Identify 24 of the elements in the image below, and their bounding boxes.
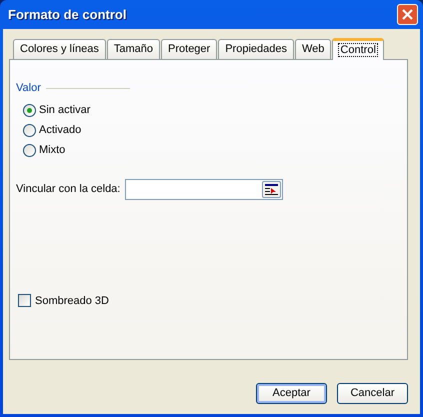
- group-title: Valor: [16, 81, 41, 96]
- tab[interactable]: Tamaño: [106, 39, 160, 59]
- cell-reference-field[interactable]: [125, 178, 284, 200]
- close-icon: [402, 9, 413, 20]
- dialog-button[interactable]: Aceptar: [256, 383, 327, 404]
- tab[interactable]: Colores y líneas: [13, 39, 106, 59]
- checkbox-label: Sombreado 3D: [35, 294, 109, 308]
- tab[interactable]: Propiedades: [218, 39, 294, 59]
- radio-label: Mixto: [39, 143, 66, 158]
- tab[interactable]: Proteger: [161, 39, 218, 59]
- radio-button[interactable]: [23, 124, 36, 137]
- close-button[interactable]: [397, 4, 418, 25]
- field-label: Vincular con la celda:: [16, 182, 120, 197]
- checkbox[interactable]: [18, 294, 31, 308]
- dialog-button[interactable]: Cancelar: [337, 383, 408, 404]
- radio-label: Sin activar: [39, 103, 90, 118]
- radio-button[interactable]: [23, 144, 36, 157]
- radio-label: Activado: [39, 123, 82, 138]
- window-title: Formato de control: [8, 6, 126, 24]
- tab[interactable]: Web: [295, 39, 332, 59]
- radio-button[interactable]: [23, 104, 36, 117]
- cell-picker-icon: [265, 184, 278, 194]
- collapse-dialog-button[interactable]: [262, 180, 282, 198]
- tab[interactable]: Control: [332, 38, 384, 60]
